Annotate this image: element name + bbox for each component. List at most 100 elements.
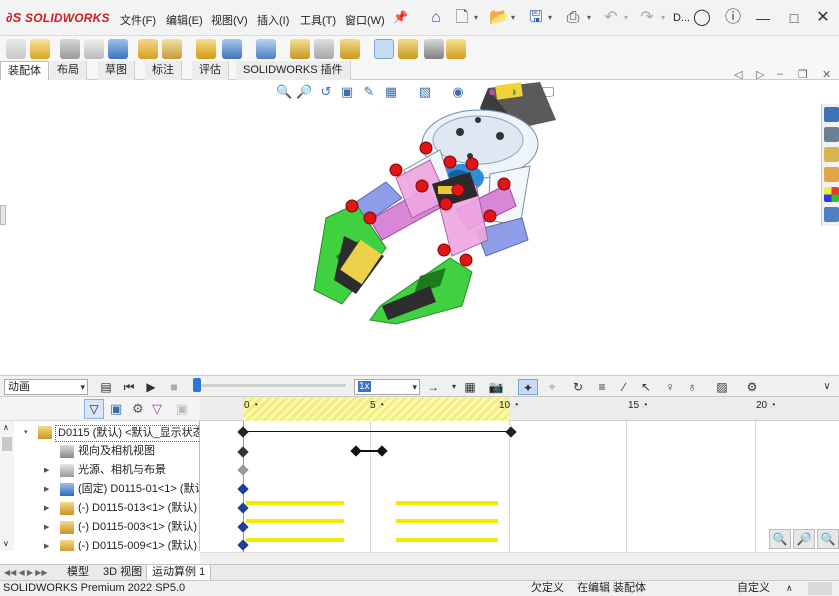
- smart-fastener-icon[interactable]: [6, 39, 26, 59]
- open-folder-icon[interactable]: 📂: [488, 7, 510, 29]
- save-animation-icon[interactable]: ▦: [462, 379, 478, 395]
- tab-sketch[interactable]: 草图: [98, 61, 135, 80]
- mate-icon[interactable]: [60, 39, 80, 59]
- play-from-start-icon[interactable]: ⏮: [122, 379, 136, 395]
- tab-model[interactable]: 模型: [62, 565, 94, 581]
- gravity-icon[interactable]: ♁: [684, 379, 700, 395]
- collapse-motion-manager-icon[interactable]: ∨: [820, 379, 834, 395]
- animation-wizard-icon[interactable]: 📷: [488, 379, 504, 395]
- home-icon[interactable]: ⌂: [425, 7, 447, 29]
- filter-results-icon[interactable]: ▽: [152, 401, 162, 417]
- zoom-to-fit-icon[interactable]: 🔍: [276, 84, 292, 100]
- zoom-out-icon[interactable]: 🔍: [769, 529, 791, 549]
- chevron-down-icon[interactable]: ▾: [24, 423, 28, 442]
- menu-view[interactable]: 视图(V): [211, 12, 248, 28]
- dynamic-annotation-icon[interactable]: ✎: [361, 84, 377, 100]
- assembly-features-icon[interactable]: [222, 39, 242, 59]
- home-icon[interactable]: [824, 107, 839, 122]
- next-pane-icon[interactable]: ▷: [756, 68, 764, 81]
- help-icon[interactable]: ⓘ: [722, 7, 744, 29]
- chevron-right-icon[interactable]: ▶: [44, 480, 49, 499]
- component-change-bar[interactable]: [396, 519, 498, 523]
- stop-icon[interactable]: ■: [168, 379, 180, 395]
- display-style-icon[interactable]: ▧: [417, 84, 433, 100]
- component-preview-icon[interactable]: [84, 39, 104, 59]
- linear-pattern-icon[interactable]: [108, 39, 128, 59]
- filter-animated-icon[interactable]: ▽: [84, 399, 104, 419]
- feature-tree-toggle[interactable]: [0, 205, 6, 225]
- minimize-icon[interactable]: —: [752, 7, 774, 29]
- play-icon[interactable]: ▶: [145, 379, 157, 395]
- scroll-thumb[interactable]: [2, 437, 12, 451]
- tab-evaluate[interactable]: 评估: [192, 61, 229, 80]
- undo-icon[interactable]: ↶: [600, 7, 622, 29]
- instant3d-icon[interactable]: [374, 39, 394, 59]
- bill-of-materials-icon[interactable]: [314, 39, 334, 59]
- show-hidden-icon[interactable]: [196, 39, 216, 59]
- tab-assembly[interactable]: 装配体: [0, 61, 49, 80]
- take-snapshot-icon[interactable]: [424, 39, 444, 59]
- design-library-icon[interactable]: [824, 147, 839, 162]
- menu-tools[interactable]: 工具(T): [300, 12, 336, 28]
- scroll-up-icon[interactable]: ∧: [3, 423, 9, 432]
- view-orientation-icon[interactable]: ▦: [383, 84, 399, 100]
- user-icon[interactable]: ◯: [691, 7, 713, 29]
- custom-properties-icon[interactable]: [824, 207, 839, 222]
- filter-driving-icon[interactable]: ▣: [110, 401, 122, 417]
- force-icon[interactable]: ↖: [638, 379, 654, 395]
- menu-insert[interactable]: 插入(I): [257, 12, 289, 28]
- menu-file[interactable]: 文件(F): [120, 12, 156, 28]
- autofit-icon[interactable]: ▣: [176, 401, 188, 417]
- spring-icon[interactable]: ≡: [594, 379, 610, 395]
- key-point[interactable]: [237, 446, 249, 458]
- previous-view-icon[interactable]: ↺: [318, 84, 334, 100]
- tab-layout[interactable]: 布局: [50, 61, 87, 80]
- edit-appearance-icon[interactable]: ●: [484, 84, 500, 100]
- tab-3d-views[interactable]: 3D 视图: [98, 565, 147, 581]
- tab-markup[interactable]: 标注: [145, 61, 182, 80]
- close-icon[interactable]: ✕: [812, 7, 834, 29]
- list-item[interactable]: ▶ (-) D0115-003<1> (默认): [0, 518, 199, 537]
- new-motion-study-icon[interactable]: [290, 39, 310, 59]
- list-item[interactable]: ▶ (-) D0115-013<1> (默认): [0, 499, 199, 518]
- save-icon[interactable]: 🖫: [525, 7, 547, 29]
- chevron-down-icon[interactable]: ▾: [474, 13, 478, 22]
- chevron-right-icon[interactable]: ▶: [44, 499, 49, 518]
- reference-geometry-icon[interactable]: [256, 39, 276, 59]
- insert-component-icon[interactable]: [30, 39, 50, 59]
- tree-root[interactable]: ▾ D0115 (默认) <默认_显示状态: [0, 423, 199, 442]
- filter-selected-icon[interactable]: ⚙: [132, 401, 144, 417]
- study-type-select[interactable]: 动画 ▾: [4, 379, 88, 395]
- motor-icon[interactable]: ↻: [570, 379, 586, 395]
- calculate-icon[interactable]: ▤: [98, 379, 114, 395]
- scroll-down-icon[interactable]: ∨: [3, 539, 9, 548]
- zoom-in-icon[interactable]: 🔎: [793, 529, 815, 549]
- quick-tips-icon[interactable]: [808, 582, 832, 595]
- minimize-document-icon[interactable]: –: [777, 68, 783, 80]
- list-item[interactable]: ▶ (固定) D0115-01<1> (默认: [0, 480, 199, 499]
- playback-speed-select[interactable]: 1x ▾: [354, 379, 420, 395]
- maximize-icon[interactable]: □: [783, 7, 805, 29]
- section-view-icon[interactable]: ▣: [339, 84, 355, 100]
- units-status[interactable]: 自定义: [737, 581, 770, 596]
- restore-pane-icon[interactable]: ◁: [734, 68, 742, 81]
- close-document-icon[interactable]: ✕: [822, 68, 831, 81]
- pin-icon[interactable]: 📌: [393, 10, 408, 24]
- zoom-to-area-icon[interactable]: 🔎: [296, 84, 312, 100]
- playback-mode-icon[interactable]: →: [426, 379, 440, 395]
- key-point[interactable]: [237, 521, 249, 533]
- print-icon[interactable]: ⎙: [562, 7, 584, 29]
- component-change-bar[interactable]: [396, 538, 498, 542]
- chevron-down-icon[interactable]: ▾: [511, 13, 515, 22]
- component-change-bar[interactable]: [246, 501, 344, 505]
- graphics-area[interactable]: [0, 80, 839, 375]
- move-component-icon[interactable]: [162, 39, 182, 59]
- key-point[interactable]: [237, 483, 249, 495]
- view-settings-icon[interactable]: 🖵: [540, 84, 556, 100]
- tab-scroll-icon[interactable]: ◀◀ ◀ ▶ ▶▶: [4, 568, 48, 577]
- motion-timeline[interactable]: 0 ◔ 5 ◔ 10 ◔ 15 ◔ 20 ◔ 🔍 🔎 🔍: [200, 397, 839, 552]
- menu-window[interactable]: 窗口(W): [345, 12, 385, 28]
- chevron-down-icon[interactable]: ▾: [450, 379, 458, 395]
- smart-fasteners-icon[interactable]: [138, 39, 158, 59]
- chevron-right-icon[interactable]: ▶: [44, 537, 49, 551]
